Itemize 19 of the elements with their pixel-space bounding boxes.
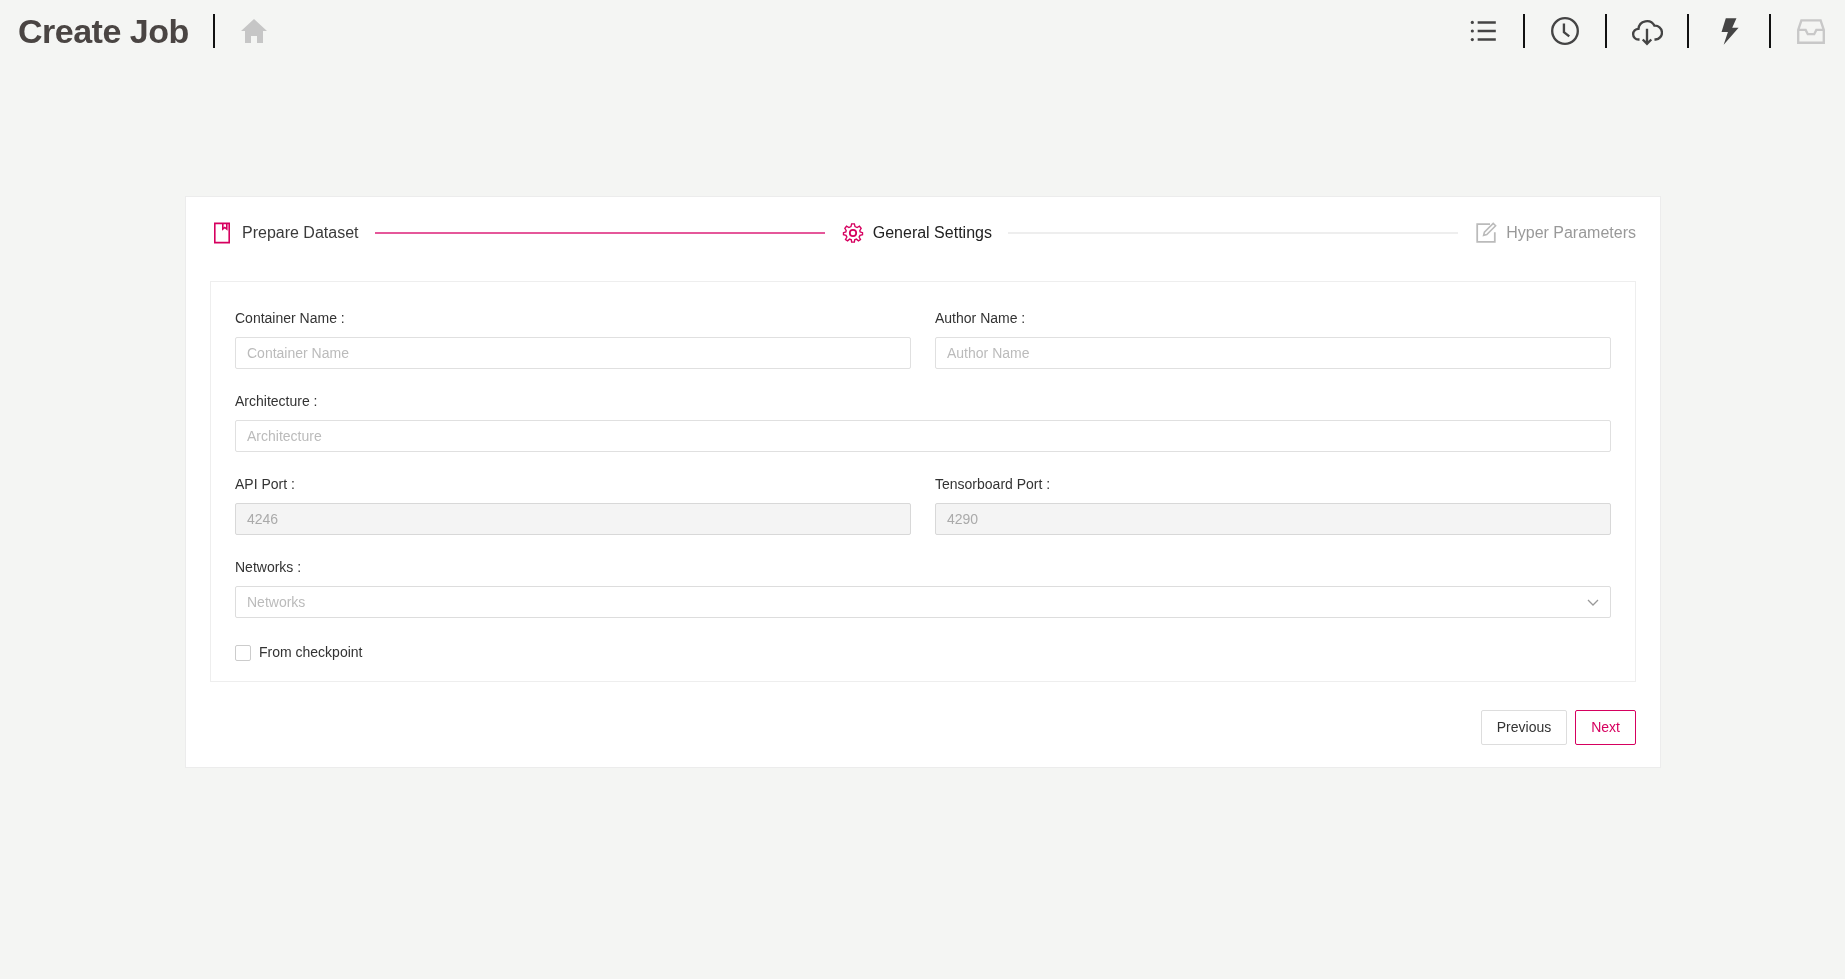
- input-field[interactable]: Author Name: [935, 337, 1611, 369]
- step-label: General Settings: [872, 223, 992, 243]
- dropdown-field[interactable]: Networks: [235, 586, 1611, 618]
- step-label: Hyper Parameters: [1506, 223, 1636, 243]
- field-label: Container Name :: [235, 309, 346, 328]
- next-button[interactable]: Next: [1575, 710, 1636, 745]
- input-field[interactable]: Container Name: [235, 337, 911, 369]
- field-label: Architecture :: [235, 392, 319, 411]
- field-label: Networks :: [235, 558, 303, 577]
- field-label: API Port :: [235, 475, 296, 494]
- field-label: Author Name :: [935, 309, 1027, 328]
- step-label: Prepare Dataset: [242, 223, 359, 243]
- previous-button[interactable]: Previous: [1480, 710, 1568, 745]
- clock-icon[interactable]: [1549, 15, 1581, 47]
- page-title: Create Job: [18, 10, 189, 52]
- input-field[interactable]: Architecture: [235, 420, 1611, 452]
- checkbox-label: From checkpoint: [259, 643, 363, 662]
- checkbox[interactable]: [235, 644, 251, 661]
- field-label: Tensorboard Port :: [935, 475, 1052, 494]
